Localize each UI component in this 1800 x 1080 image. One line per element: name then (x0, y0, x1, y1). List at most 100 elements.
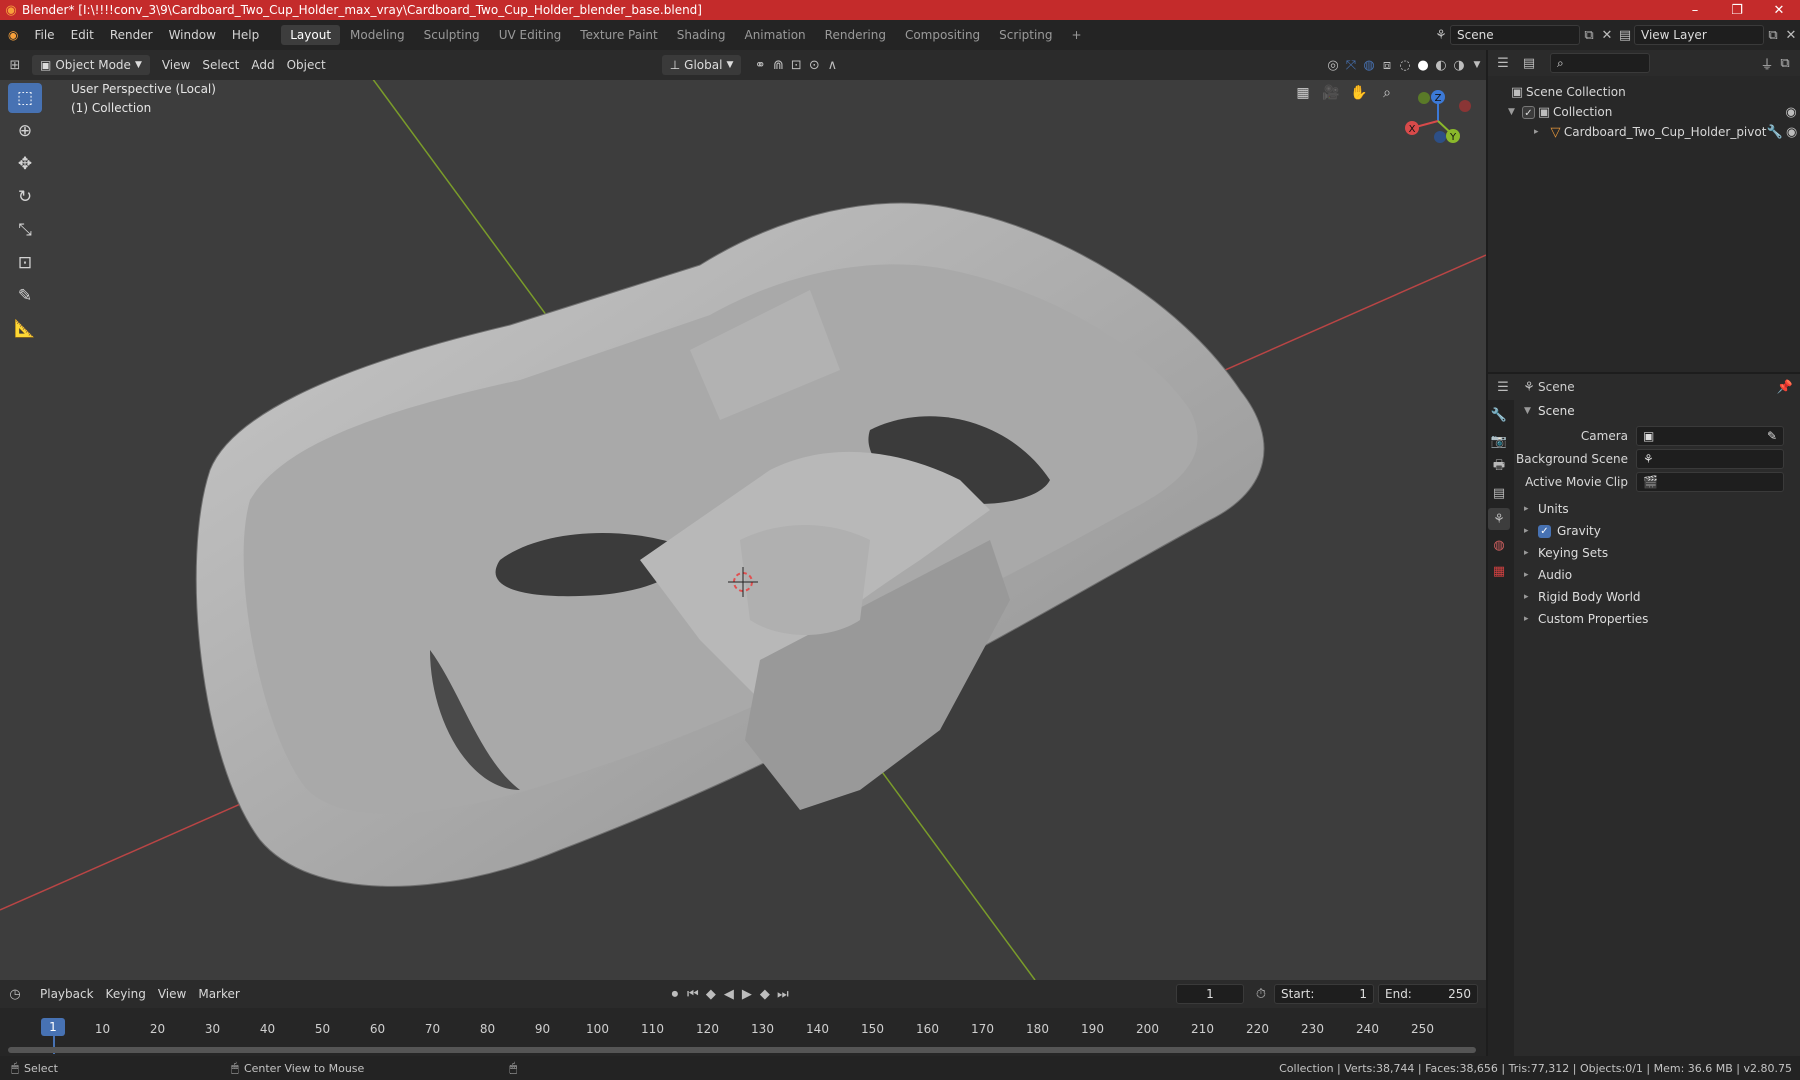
tab-modeling[interactable]: Modeling (341, 25, 414, 45)
zoom-icon[interactable]: ⌕ (1374, 80, 1400, 106)
visibility-icon[interactable]: ◎ (1324, 58, 1342, 73)
new-collection-icon[interactable]: ⧉ (1776, 56, 1794, 71)
overlays-icon[interactable]: ◍ (1360, 58, 1378, 73)
tab-scripting[interactable]: Scripting (990, 25, 1061, 45)
tab-compositing[interactable]: Compositing (896, 25, 989, 45)
material-shading-icon[interactable]: ◐ (1432, 58, 1450, 73)
outliner-row-collection[interactable]: ▼ ✓ ▣ Collection ◉ (1488, 102, 1800, 122)
view-layer-selector[interactable]: View Layer (1634, 25, 1764, 45)
orientation-selector[interactable]: ⊥ Global ▼ (661, 55, 742, 75)
scale-tool-icon[interactable]: ⤡ (8, 215, 42, 245)
menu-render[interactable]: Render (102, 28, 161, 42)
pin-icon[interactable]: 📌 (1776, 380, 1794, 395)
menu-object[interactable]: Object (281, 56, 332, 74)
start-frame-field[interactable]: Start: 1 (1274, 984, 1374, 1004)
menu-window[interactable]: Window (161, 28, 224, 42)
snap-icon[interactable]: ⋒ (769, 58, 787, 73)
custom-properties-panel[interactable]: ▸ Custom Properties (1514, 608, 1800, 630)
wireframe-shading-icon[interactable]: ◌ (1396, 58, 1414, 73)
play-reverse-icon[interactable]: ◀ (720, 987, 738, 1002)
tab-shading[interactable]: Shading (668, 25, 735, 45)
restore-button[interactable]: ❐ (1716, 3, 1758, 18)
render-tab-icon[interactable]: 📷 (1488, 430, 1510, 452)
record-icon[interactable]: ⏺ (666, 987, 684, 1002)
delete-view-layer-icon[interactable]: ✕ (1782, 28, 1800, 43)
scene-tab-icon[interactable]: ⚘ (1488, 508, 1510, 530)
pan-hand-icon[interactable]: ✋ (1346, 80, 1372, 106)
scene-panel-header[interactable]: ▼ Scene (1514, 400, 1800, 422)
background-scene-field[interactable]: ⚘ (1636, 449, 1784, 469)
gizmo-icon[interactable]: ⤧ (1342, 58, 1360, 73)
solid-shading-icon[interactable]: ● (1414, 58, 1432, 73)
prev-keyframe-icon[interactable]: ◆ (702, 987, 720, 1002)
pivot-icon[interactable]: ⚭ (751, 58, 769, 73)
shading-options-icon[interactable]: ▼ (1468, 60, 1486, 70)
expand-arrow-icon[interactable]: ▼ (1508, 107, 1522, 117)
next-keyframe-icon[interactable]: ◆ (756, 987, 774, 1002)
view-layer-tab-icon[interactable]: ▤ (1488, 482, 1510, 504)
units-panel[interactable]: ▸ Units (1514, 498, 1800, 520)
current-frame-marker[interactable]: 1 (41, 1018, 65, 1036)
minimize-button[interactable]: – (1674, 3, 1716, 18)
mode-selector[interactable]: ▣ Object Mode ▼ (32, 55, 150, 75)
new-view-layer-icon[interactable]: ⧉ (1764, 28, 1782, 43)
world-tab-icon[interactable]: ◍ (1488, 534, 1510, 556)
menu-help[interactable]: Help (224, 28, 267, 42)
menu-playback[interactable]: Playback (34, 985, 100, 1003)
outliner-type-icon[interactable]: ☰ (1494, 56, 1512, 71)
jump-end-icon[interactable]: ⏭ (774, 987, 792, 1002)
select-box-tool-icon[interactable]: ⬚ (8, 83, 42, 113)
menu-select[interactable]: Select (196, 56, 245, 74)
eyedropper-icon[interactable]: ✎ (1767, 429, 1777, 443)
add-workspace-button[interactable]: + (1063, 25, 1091, 45)
editor-type-icon[interactable]: ⊞ (6, 58, 24, 73)
collection-exclude-checkbox[interactable]: ✓ (1522, 105, 1535, 119)
measure-tool-icon[interactable]: 📐 (8, 314, 42, 344)
3d-viewport[interactable]: Z X Y (0, 80, 1486, 980)
proportional-edit-icon[interactable]: ⊙ (805, 58, 823, 73)
blender-menu-icon[interactable]: ◉ (0, 28, 26, 42)
rendered-shading-icon[interactable]: ◑ (1450, 58, 1468, 73)
modifier-wrench-icon[interactable]: 🔧 (1766, 125, 1783, 140)
grid-view-icon[interactable]: ▦ (1290, 80, 1316, 106)
end-frame-field[interactable]: End: 250 (1378, 984, 1478, 1004)
close-button[interactable]: ✕ (1758, 3, 1800, 18)
stopwatch-icon[interactable]: ⏱ (1252, 987, 1270, 1002)
transform-tool-icon[interactable]: ⊡ (8, 248, 42, 278)
tool-tab-icon[interactable]: 🔧 (1488, 404, 1510, 426)
menu-timeline-view[interactable]: View (152, 985, 192, 1003)
properties-type-icon[interactable]: ☰ (1494, 380, 1512, 395)
eye-icon[interactable]: ◉ (1783, 125, 1800, 140)
menu-file[interactable]: File (26, 28, 62, 42)
tab-uv-editing[interactable]: UV Editing (490, 25, 571, 45)
gravity-checkbox[interactable]: ✓ (1538, 524, 1551, 538)
outliner-row-object[interactable]: ▸ ▽ Cardboard_Two_Cup_Holder_pivot 🔧 ◉ (1488, 122, 1800, 142)
camera-view-icon[interactable]: 🎥 (1318, 80, 1344, 106)
tab-layout[interactable]: Layout (281, 25, 341, 45)
menu-view[interactable]: View (156, 56, 196, 74)
scene-selector[interactable]: Scene (1450, 25, 1580, 45)
audio-panel[interactable]: ▸ Audio (1514, 564, 1800, 586)
timeline-scrollbar[interactable] (8, 1047, 1476, 1053)
rigid-body-world-panel[interactable]: ▸ Rigid Body World (1514, 586, 1800, 608)
snap-target-icon[interactable]: ⊡ (787, 58, 805, 73)
filter-icon[interactable]: ⏚ (1758, 54, 1776, 73)
tab-texture-paint[interactable]: Texture Paint (571, 25, 666, 45)
keying-sets-panel[interactable]: ▸ Keying Sets (1514, 542, 1800, 564)
delete-scene-icon[interactable]: ✕ (1598, 28, 1616, 43)
gravity-panel[interactable]: ▸ ✓ Gravity (1514, 520, 1800, 542)
play-icon[interactable]: ▶ (738, 987, 756, 1002)
menu-edit[interactable]: Edit (63, 28, 102, 42)
menu-add[interactable]: Add (245, 56, 280, 74)
new-scene-icon[interactable]: ⧉ (1580, 28, 1598, 43)
tab-animation[interactable]: Animation (735, 25, 814, 45)
camera-field[interactable]: ▣ ✎ (1636, 426, 1784, 446)
display-mode-icon[interactable]: ▤ (1520, 56, 1538, 71)
eye-icon[interactable]: ◉ (1782, 105, 1800, 120)
frame-ruler[interactable]: 1 10 20 30 40 50 60 70 80 90 100 110 120 130 140 150 16… (0, 1008, 1486, 1056)
output-tab-icon[interactable]: 🖶 (1488, 456, 1510, 478)
xray-icon[interactable]: ⧈ (1378, 58, 1396, 73)
rotate-tool-icon[interactable]: ↻ (8, 182, 42, 212)
outliner-row-scene-collection[interactable]: ▣ Scene Collection (1488, 82, 1800, 102)
outliner-search-input[interactable]: ⌕ (1550, 53, 1650, 73)
